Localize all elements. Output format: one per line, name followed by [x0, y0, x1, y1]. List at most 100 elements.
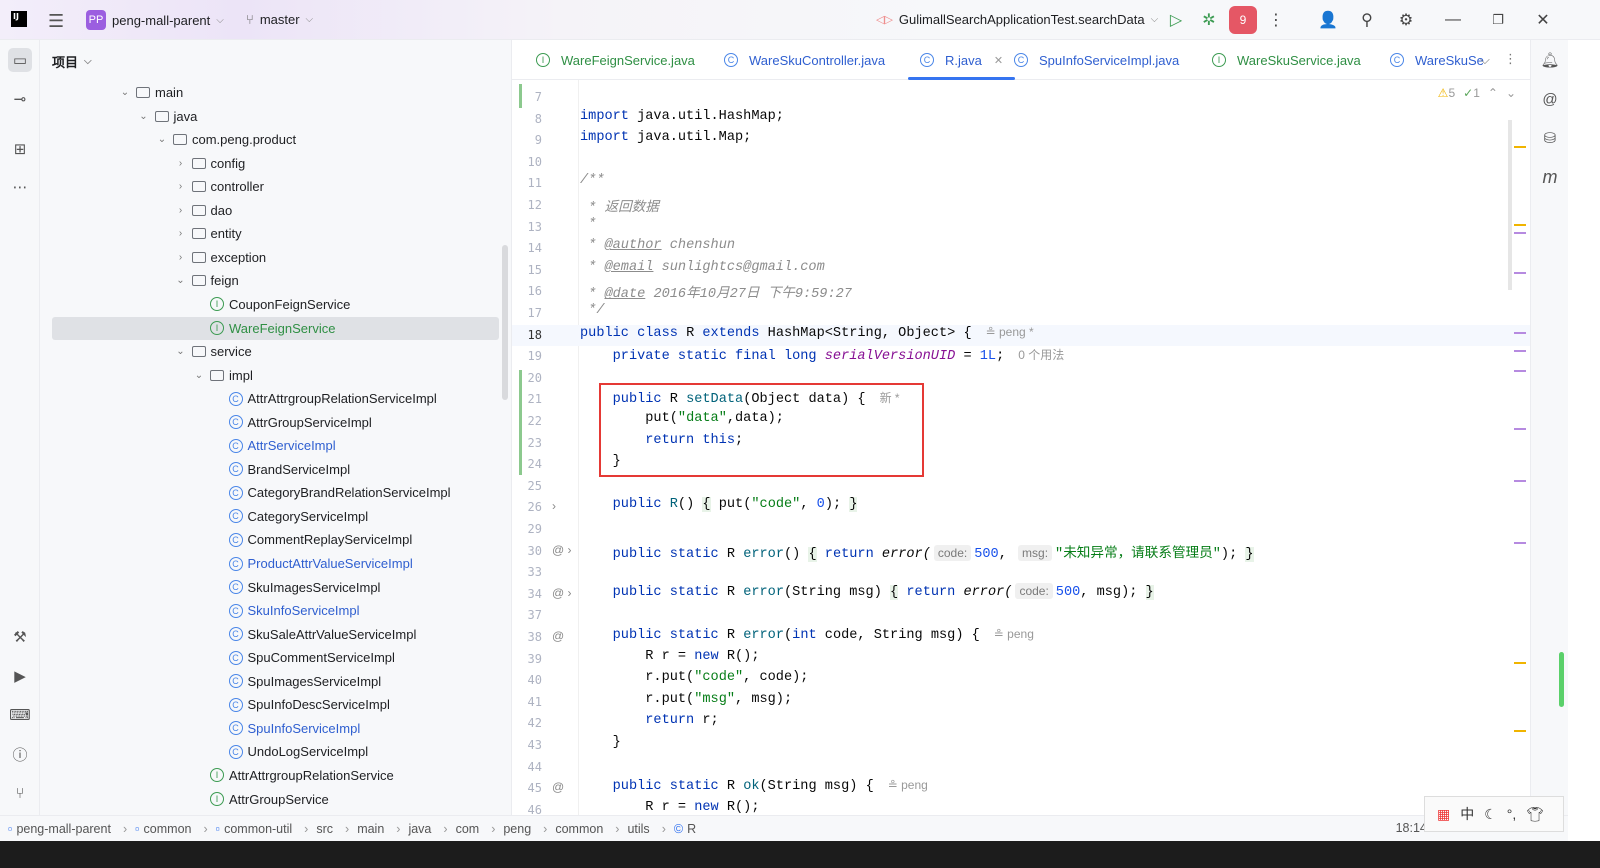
tree-item[interactable]: C SpuImagesServiceImpl	[52, 670, 499, 693]
expand-arrow-icon[interactable]: ⌄	[118, 87, 132, 98]
breadcrumb-item[interactable]: main ›	[357, 822, 408, 836]
project-scrollbar[interactable]	[502, 245, 508, 400]
main-menu-icon[interactable]: ☰	[48, 11, 64, 32]
breadcrumb-item[interactable]: © R	[674, 822, 696, 836]
tree-item[interactable]: C SpuInfoDescServiceImpl	[52, 693, 499, 716]
tree-item[interactable]: C SpuCommentServiceImpl	[52, 646, 499, 669]
tree-item[interactable]: C AttrAttrgroupRelationServiceImpl	[52, 387, 499, 410]
tree-item[interactable]: C AttrGroupServiceImpl	[52, 411, 499, 434]
tree-item[interactable]: ⌄ impl	[52, 364, 499, 387]
override-gutter-icon[interactable]: @ ›	[552, 586, 572, 600]
tab-r-java[interactable]: C R.java ✕	[907, 40, 1016, 80]
terminal-icon[interactable]: ⌨	[8, 703, 32, 727]
tree-item[interactable]: ⌄ main	[52, 81, 499, 104]
marker[interactable]	[1514, 332, 1526, 334]
breadcrumb-item[interactable]: ▫ common-util ›	[216, 822, 317, 836]
expand-arrow-icon[interactable]: ⌄	[137, 111, 151, 122]
tabs-dropdown-icon[interactable]: ⌵	[1480, 52, 1490, 68]
tree-item[interactable]: C CategoryBrandRelationServiceImpl	[52, 481, 499, 504]
maven-icon[interactable]: m	[1538, 165, 1562, 189]
run-config-selector[interactable]: ◁▷ GulimallSearchApplicationTest.searchD…	[876, 12, 1158, 27]
close-icon[interactable]: ✕	[1530, 8, 1556, 32]
tab-warefeignservice-java[interactable]: I WareFeignService.java	[536, 40, 695, 80]
tabs-more-icon[interactable]: ⋮	[1504, 51, 1517, 67]
moon-icon[interactable]: ☾	[1484, 806, 1497, 823]
commit-icon[interactable]: ⊸	[8, 87, 32, 111]
gear-icon[interactable]: ⚙	[1393, 8, 1419, 32]
tree-item[interactable]: ⌄ service	[52, 340, 499, 363]
marker[interactable]	[1514, 232, 1526, 234]
more-tools-icon[interactable]: ⋯	[8, 175, 32, 199]
expand-arrow-icon[interactable]: ›	[174, 228, 188, 239]
tree-item[interactable]: C CommentReplayServiceImpl	[52, 528, 499, 551]
tree-item[interactable]: I AttrGroupService	[52, 788, 499, 811]
breadcrumb-item[interactable]: utils ›	[627, 822, 673, 836]
inspection-widget[interactable]: ⚠5 ✓1 ⌃ ⌄	[1438, 86, 1516, 100]
add-user-icon[interactable]: 👤	[1315, 8, 1341, 32]
ime-toolbar[interactable]: ▦ 中 ☾ °, 👕︎	[1424, 796, 1564, 832]
problems-icon[interactable]: ⓘ	[8, 742, 32, 766]
expand-arrow-icon[interactable]: ›	[174, 252, 188, 263]
branch-selector[interactable]: ⑂ master ⌵	[246, 12, 313, 27]
expand-arrow-icon[interactable]: ⌄	[192, 370, 206, 381]
project-folder-icon[interactable]: ▭	[8, 48, 32, 72]
run-icon[interactable]: ▷	[1163, 8, 1189, 32]
project-selector[interactable]: PP peng-mall-parent ⌵	[86, 10, 224, 30]
tab-wareskucontroller-java[interactable]: C WareSkuController.java	[724, 40, 885, 80]
tree-item[interactable]: C ProductAttrValueServiceImpl	[52, 552, 499, 575]
tree-item[interactable]: ⌄ com.peng.product	[52, 128, 499, 151]
breadcrumb-item[interactable]: peng ›	[503, 822, 555, 836]
tree-item[interactable]: › entity	[52, 222, 499, 245]
breadcrumb-item[interactable]: java ›	[408, 822, 455, 836]
tree-item[interactable]: I WareFeignService	[52, 316, 499, 340]
tree-item[interactable]: ⌄ feign	[52, 269, 499, 292]
override-gutter-icon[interactable]: @ ›	[552, 543, 572, 557]
restore-icon[interactable]: ❐	[1485, 8, 1511, 32]
notifications-icon[interactable]: 🔔︎	[1538, 48, 1562, 72]
tree-item[interactable]: › controller	[52, 175, 499, 198]
database-icon[interactable]: ⛁	[1538, 126, 1562, 150]
expand-arrow-icon[interactable]: ›	[174, 181, 188, 192]
editor-scroll-thumb[interactable]	[1508, 120, 1512, 290]
caret-position[interactable]: 18:14	[1396, 821, 1427, 835]
expand-arrow-icon[interactable]: ⌄	[174, 346, 188, 357]
tree-item[interactable]: C SpuInfoServiceImpl	[52, 717, 499, 740]
tree-item[interactable]: C BrandServiceImpl	[52, 458, 499, 481]
code-vision-hint[interactable]: ≗ peng	[994, 627, 1034, 641]
warning-marker[interactable]	[1514, 224, 1526, 226]
skin-icon[interactable]: 👕︎	[1526, 806, 1544, 823]
breadcrumb-item[interactable]: common ›	[555, 822, 627, 836]
project-panel-header[interactable]: 项目 ⌵	[52, 52, 92, 71]
tree-item[interactable]: › dao	[52, 199, 499, 222]
override-gutter-icon[interactable]: @	[552, 780, 564, 794]
marker[interactable]	[1514, 272, 1526, 274]
ime-language[interactable]: 中	[1460, 804, 1474, 824]
build-icon[interactable]: ⚒	[8, 625, 32, 649]
marker[interactable]	[1514, 480, 1526, 482]
debug-icon[interactable]: ✲	[1196, 8, 1222, 32]
tree-item[interactable]: I CouponFeignService	[52, 293, 499, 316]
punctuation-icon[interactable]: °,	[1507, 806, 1517, 822]
marker[interactable]	[1514, 428, 1526, 430]
more-icon[interactable]: ⋮	[1263, 8, 1289, 32]
tree-item[interactable]: C SkuSaleAttrValueServiceImpl	[52, 623, 499, 646]
code-vision-hint[interactable]: 0 个用法	[1018, 348, 1064, 362]
breadcrumb-item[interactable]: com ›	[456, 822, 504, 836]
tab-wareskuservice-java[interactable]: I WareSkuService.java	[1212, 40, 1361, 80]
tree-item[interactable]: C UndoLogServiceImpl	[52, 740, 499, 763]
tree-item[interactable]: C CategoryServiceImpl	[52, 505, 499, 528]
ai-assistant-icon[interactable]: @	[1538, 87, 1562, 111]
search-icon[interactable]: ⚲	[1354, 8, 1380, 32]
fold-icon[interactable]: ›	[552, 499, 556, 513]
minimize-icon[interactable]: —	[1440, 8, 1466, 32]
marker[interactable]	[1514, 542, 1526, 544]
tab-wareskuse[interactable]: C WareSkuSe	[1390, 40, 1484, 80]
code-vision-hint[interactable]: ≗ peng *	[986, 325, 1034, 339]
prev-highlight-icon[interactable]: ⌃	[1488, 86, 1498, 100]
marker[interactable]	[1514, 370, 1526, 372]
git-icon[interactable]: ⑂	[8, 781, 32, 805]
code-vision-hint[interactable]: ≗ peng	[888, 778, 928, 792]
tree-item[interactable]: ⌄ java	[52, 105, 499, 128]
code-editor[interactable]: 7 8 import java.util.HashMap; 9 import java.…	[512, 80, 1530, 815]
warning-marker[interactable]	[1514, 730, 1526, 732]
